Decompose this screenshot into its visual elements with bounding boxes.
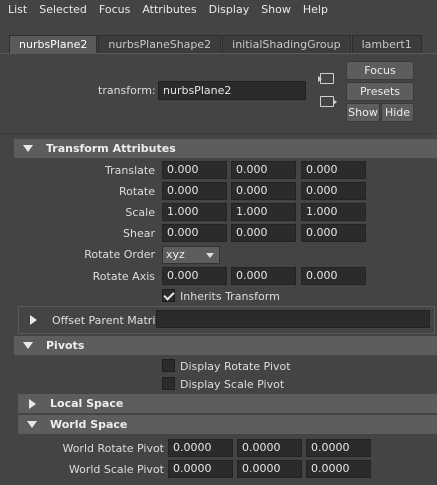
scale-label: Scale [125,206,155,219]
tab-nurbsplaneshape2[interactable]: nurbsPlaneShape2 [98,35,222,53]
section-title: Pivots [46,339,85,352]
rotate-axis-label: Rotate Axis [92,270,155,283]
focus-button[interactable]: Focus [346,61,414,80]
world-rotate-pivot-label: World Rotate Pivot [62,442,164,455]
presets-button[interactable]: Presets [346,82,414,101]
input-connection-icon[interactable] [318,73,334,84]
translate-x-field[interactable]: 0.000 [162,161,227,179]
display-rotate-pivot-label: Display Rotate Pivot [180,360,291,373]
transform-attributes-header[interactable]: Transform Attributes [14,139,437,158]
rotate-label: Rotate [118,185,155,198]
rotate-z-field[interactable]: 0.000 [301,182,366,200]
world-scale-pivot-label: World Scale Pivot [68,463,164,476]
node-name-field[interactable]: nurbsPlane2 [158,81,306,100]
output-connection-icon[interactable] [320,96,337,107]
display-scale-pivot-label: Display Scale Pivot [180,378,285,391]
world-rotate-pivot-z-field[interactable]: 0.0000 [306,439,371,457]
menu-selected[interactable]: Selected [31,0,87,19]
translate-z-field[interactable]: 0.000 [301,161,366,179]
translate-label: Translate [105,164,155,177]
world-space-header[interactable]: World Space [18,415,437,434]
rotate-x-field[interactable]: 0.000 [162,182,227,200]
node-tabs: nurbsPlane2 nurbsPlaneShape2 initialShad… [9,35,423,53]
rotate-order-dropdown[interactable]: xyz [162,246,220,264]
show-button[interactable]: Show [346,103,380,122]
shear-x-field[interactable]: 0.000 [162,224,227,242]
expand-right-icon [30,315,37,325]
menu-display[interactable]: Display [201,0,250,19]
rotate-axis-x-field[interactable]: 0.000 [162,267,227,285]
shear-y-field[interactable]: 0.000 [231,224,296,242]
world-rotate-pivot-x-field[interactable]: 0.0000 [168,439,233,457]
menu-list[interactable]: List [0,0,27,19]
rotate-order-value: xyz [166,248,185,261]
subsection-title: Local Space [50,397,124,410]
world-scale-pivot-x-field[interactable]: 0.0000 [168,460,233,478]
offset-parent-matrix-label: Offset Parent Matrix [52,314,162,327]
tab-lambert1[interactable]: lambert1 [351,35,422,53]
world-scale-pivot-y-field[interactable]: 0.0000 [237,460,302,478]
expand-right-icon [29,399,36,409]
expand-down-icon [23,342,33,349]
tab-nurbsplane2[interactable]: nurbsPlane2 [9,35,98,53]
inherits-transform-checkbox[interactable] [162,289,175,302]
menu-attributes[interactable]: Attributes [134,0,196,19]
translate-y-field[interactable]: 0.000 [231,161,296,179]
pivots-header[interactable]: Pivots [14,336,437,355]
rotate-axis-z-field[interactable]: 0.000 [301,267,366,285]
transform-label: transform: [98,84,156,97]
menu-help[interactable]: Help [295,0,328,19]
menu-show[interactable]: Show [253,0,291,19]
rotate-order-label: Rotate Order [84,248,155,261]
menu-bar: List Selected Focus Attributes Display S… [0,0,437,19]
menu-focus[interactable]: Focus [91,0,130,19]
expand-down-icon [23,145,33,152]
local-space-header[interactable]: Local Space [18,394,437,413]
hide-button[interactable]: Hide [381,103,414,122]
shear-label: Shear [123,227,155,240]
display-scale-pivot-checkbox[interactable] [162,377,175,390]
subsection-title: World Space [50,418,128,431]
shear-z-field[interactable]: 0.000 [301,224,366,242]
expand-down-icon [27,421,37,428]
scale-z-field[interactable]: 1.000 [301,203,366,221]
section-title: Transform Attributes [46,142,176,155]
scale-y-field[interactable]: 1.000 [231,203,296,221]
header-separator [0,133,437,134]
tab-initialshadinggroup[interactable]: initialShadingGroup [222,35,351,53]
display-rotate-pivot-checkbox[interactable] [162,359,175,372]
offset-parent-matrix-field[interactable] [156,310,430,328]
rotate-axis-y-field[interactable]: 0.000 [231,267,296,285]
chevron-down-icon [206,253,214,258]
world-rotate-pivot-y-field[interactable]: 0.0000 [237,439,302,457]
inherits-transform-label: Inherits Transform [180,290,280,303]
rotate-y-field[interactable]: 0.000 [231,182,296,200]
scale-x-field[interactable]: 1.000 [162,203,227,221]
world-scale-pivot-z-field[interactable]: 0.0000 [306,460,371,478]
tab-divider [0,53,437,54]
